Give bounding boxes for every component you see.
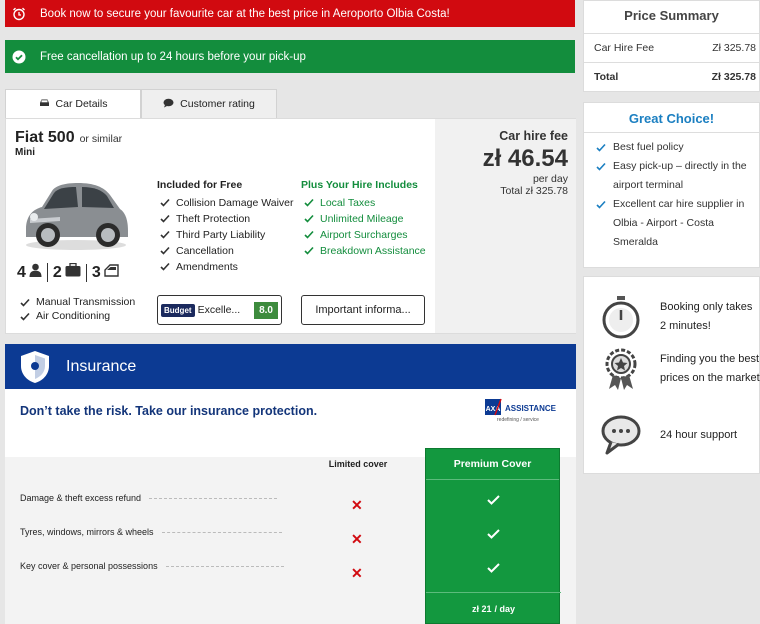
- doors-spec: 3: [85, 263, 124, 282]
- check-icon: [426, 492, 561, 510]
- premium-price-amount: zł 21: [471, 604, 492, 614]
- doors-count: 3: [91, 263, 101, 281]
- car-card: Fiat 500 or similar Mini 4 2 3 Manual Tr…: [5, 118, 576, 334]
- insurance-row-label: Damage & theft excess refund: [20, 493, 278, 503]
- benefit-item: Finding you the best prices on the marke…: [600, 347, 760, 391]
- seats-count: 4: [17, 263, 26, 281]
- feature-item: Air Conditioning: [20, 309, 135, 323]
- bags-count: 2: [52, 263, 62, 281]
- fee-amount: zł 46.54: [482, 145, 568, 172]
- bags-spec: 2: [46, 262, 86, 282]
- great-choice-item: Best fuel policy: [584, 138, 759, 157]
- tab-customer-rating[interactable]: Customer rating: [141, 89, 277, 118]
- cross-icon: ✕: [351, 497, 363, 513]
- stopwatch-icon: [600, 295, 642, 339]
- person-icon: [29, 263, 42, 282]
- rating-score: 8.0: [254, 301, 278, 319]
- plus-item: Local Taxes: [304, 197, 439, 209]
- great-choice-item: Easy pick-up – directly in the airport t…: [584, 157, 759, 195]
- benefits-box: Booking only takes 2 minutes! Finding yo…: [583, 276, 760, 474]
- great-choice-title: Great Choice!: [584, 103, 759, 133]
- included-item: Amendments: [160, 261, 295, 273]
- insurance-title: Insurance: [66, 357, 137, 375]
- included-item: Third Party Liability: [160, 229, 295, 241]
- supplier-rating-button[interactable]: Budget Excelle... 8.0: [157, 295, 282, 325]
- summary-row-total: Total Zł 325.78: [584, 62, 759, 90]
- car-class: Mini: [15, 147, 35, 158]
- car-similar: or similar: [79, 133, 123, 145]
- cross-icon: ✕: [351, 565, 363, 581]
- included-item: Cancellation: [160, 245, 295, 257]
- benefit-item: 24 hour support: [600, 413, 737, 457]
- car-title: Fiat 500 or similar: [15, 129, 122, 147]
- cancellation-banner-text: Free cancellation up to 24 hours before …: [40, 50, 306, 63]
- included-item: Theft Protection: [160, 213, 295, 225]
- important-info-button[interactable]: Important informa...: [301, 295, 425, 325]
- alarm-clock-icon: [12, 7, 26, 21]
- axa-assistance-logo: AXA ASSISTANCE redefining / service: [483, 397, 563, 427]
- great-choice-item: Excellent car hire supplier in Olbia - A…: [584, 195, 759, 252]
- benefit-item: Booking only takes 2 minutes!: [600, 295, 756, 339]
- total-price: Total zł 325.78: [500, 185, 568, 197]
- feature-item: Manual Transmission: [20, 295, 135, 309]
- per-day: per day: [532, 173, 568, 185]
- summary-row: Car Hire Fee Zł 325.78: [594, 42, 756, 54]
- car-specs: 4 2 3: [12, 262, 124, 282]
- booking-banner: Book now to secure your favourite car at…: [5, 0, 575, 27]
- car-name: Fiat 500: [15, 129, 75, 146]
- shield-icon: [19, 350, 51, 384]
- great-choice-box: Great Choice! Best fuel policy Easy pick…: [583, 102, 760, 268]
- car-icon: [39, 98, 50, 110]
- provider-name: ASSISTANCE: [505, 404, 556, 413]
- plus-item: Unlimited Mileage: [304, 213, 439, 225]
- plus-list: Local Taxes Unlimited Mileage Airport Su…: [304, 197, 439, 261]
- plus-item: Breakdown Assistance: [304, 245, 439, 257]
- premium-cover-header: Premium Cover: [426, 449, 559, 480]
- included-list: Collision Damage Waiver Theft Protection…: [160, 197, 295, 277]
- chat-icon: [163, 98, 174, 111]
- seats-spec: 4: [12, 263, 47, 282]
- premium-cover-column[interactable]: Premium Cover zł 21 / day: [425, 448, 561, 624]
- premium-price: zł 21 / day: [426, 592, 561, 624]
- cancellation-banner: Free cancellation up to 24 hours before …: [5, 40, 575, 73]
- tab-label: Car Details: [55, 98, 108, 110]
- tab-label: Customer rating: [180, 98, 255, 110]
- insurance-row-label: Key cover & personal possessions: [20, 561, 284, 571]
- provider-tagline: redefining / service: [497, 417, 539, 423]
- fee-label: Car hire fee: [499, 129, 568, 143]
- plus-item: Airport Surcharges: [304, 229, 439, 241]
- check-icon: [426, 560, 561, 578]
- rating-text: Excelle...: [197, 304, 241, 316]
- price-summary-title: Price Summary: [584, 1, 759, 34]
- tab-car-details[interactable]: Car Details: [5, 89, 141, 118]
- included-item: Collision Damage Waiver: [160, 197, 295, 209]
- plus-title: Plus Your Hire Includes: [301, 179, 418, 191]
- car-image: [20, 171, 132, 253]
- award-badge-icon: [600, 347, 642, 391]
- price-panel: Car hire fee zł 46.54 per day Total zł 3…: [435, 119, 576, 333]
- insurance-body: Don’t take the risk. Take our insurance …: [5, 389, 576, 624]
- suitcase-icon: [65, 262, 81, 282]
- insurance-header: Insurance: [5, 344, 576, 389]
- limited-cover-header: Limited cover: [328, 459, 388, 469]
- cross-icon: ✕: [351, 531, 363, 547]
- insurance-row-label: Tyres, windows, mirrors & wheels: [20, 527, 282, 537]
- transmission-features: Manual Transmission Air Conditioning: [20, 295, 135, 323]
- budget-logo: Budget: [161, 303, 195, 317]
- insurance-tagline: Don’t take the risk. Take our insurance …: [20, 404, 318, 418]
- price-summary: Price Summary Car Hire Fee Zł 325.78 Tot…: [583, 0, 760, 92]
- included-title: Included for Free: [157, 179, 243, 191]
- booking-banner-text: Book now to secure your favourite car at…: [40, 7, 450, 20]
- car-door-icon: [104, 263, 119, 282]
- check-circle-icon: [12, 50, 26, 64]
- check-icon: [426, 526, 561, 544]
- speech-bubble-icon: [600, 413, 642, 457]
- premium-price-per: / day: [494, 604, 516, 614]
